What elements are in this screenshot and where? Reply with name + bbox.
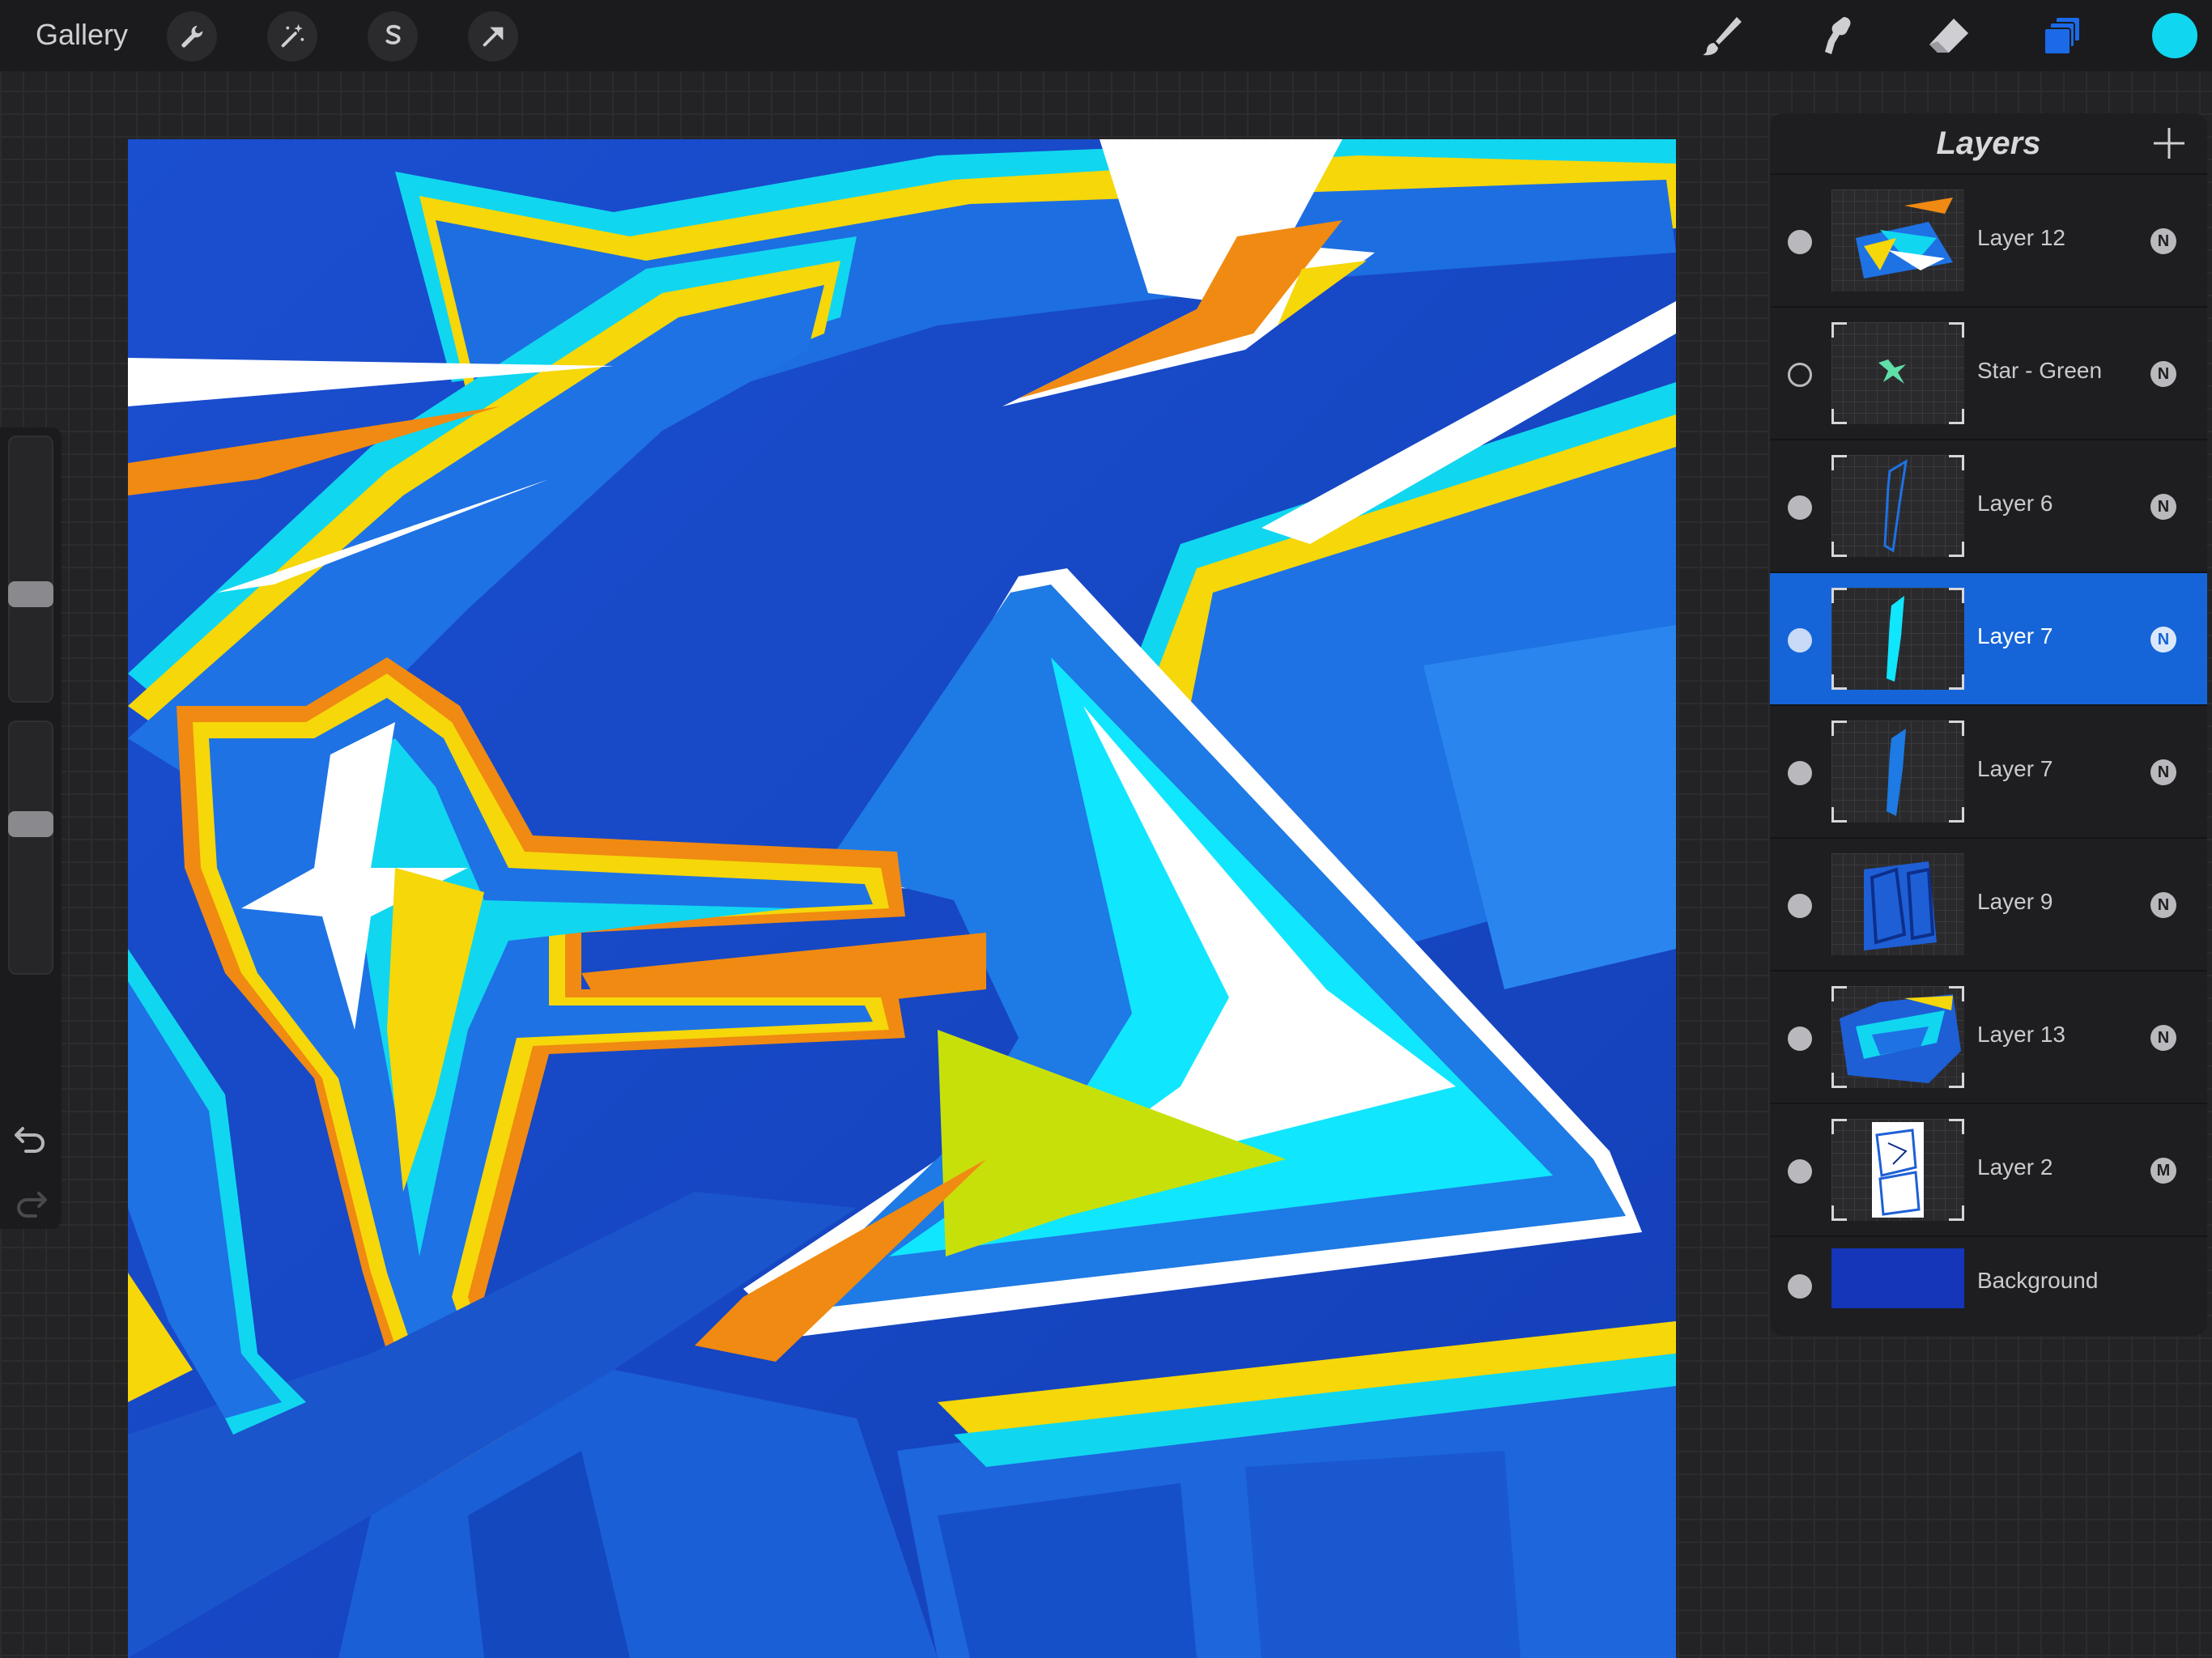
- layer-row[interactable]: Layer 13 N: [1770, 970, 2207, 1103]
- selection-button[interactable]: [368, 11, 418, 62]
- layers-panel: Layers Layer 12 N Star - Green N Layer 6…: [1770, 113, 2207, 1336]
- opacity-knob[interactable]: [8, 811, 53, 837]
- background-color-swatch[interactable]: [1831, 1248, 1964, 1308]
- undo-icon: [15, 1127, 45, 1153]
- layer-name: Layer 13: [1977, 1022, 2065, 1047]
- blend-mode-badge[interactable]: N: [2150, 228, 2176, 254]
- layer-thumbnail: [1831, 189, 1964, 291]
- selection-s-icon: [385, 24, 401, 45]
- layer-row[interactable]: Layer 9 N: [1770, 837, 2207, 970]
- magic-wand-icon: [281, 23, 304, 48]
- brush-tool-button[interactable]: [1694, 8, 1750, 65]
- undo-button[interactable]: [11, 1117, 50, 1156]
- layer-name: Layer 12: [1977, 225, 2065, 250]
- brush-size-slider[interactable]: [8, 436, 53, 703]
- layers-icon: [2044, 16, 2081, 55]
- layer-12-thumbnail-art: [1856, 198, 1953, 278]
- smudge-tool-button[interactable]: [1807, 8, 1864, 65]
- visibility-toggle[interactable]: [1788, 1027, 1812, 1051]
- layer-2-thumbnail-art: [1872, 1122, 1924, 1218]
- top-toolbar: Gallery: [0, 0, 2212, 71]
- layer-row[interactable]: Layer 2 M: [1770, 1103, 2207, 1235]
- layer-row[interactable]: Layer 6 N: [1770, 439, 2207, 572]
- transform-arrow-icon: [483, 27, 504, 47]
- brush-icon: [1703, 17, 1742, 56]
- opacity-slider[interactable]: [8, 721, 53, 975]
- layer-name: Layer 7: [1977, 756, 2053, 781]
- adjustments-button[interactable]: [267, 11, 317, 62]
- layer-name: Layer 6: [1977, 491, 2053, 516]
- layer-thumbnail: [1831, 986, 1964, 1088]
- layer-7b-thumbnail-art: [1887, 729, 1906, 816]
- visibility-toggle[interactable]: [1788, 1274, 1812, 1299]
- eraser-tool-button[interactable]: [1921, 8, 1977, 65]
- layer-thumbnail: [1831, 1119, 1964, 1221]
- layer-thumbnail: [1831, 588, 1964, 690]
- layers-panel-title: Layers: [1936, 125, 2041, 161]
- add-layer-button[interactable]: [2149, 123, 2189, 164]
- background-layer-row[interactable]: Background: [1770, 1235, 2207, 1333]
- layer-thumbnail: [1831, 853, 1964, 955]
- blend-mode-badge[interactable]: N: [2150, 361, 2176, 387]
- layer-thumbnail: [1831, 322, 1964, 424]
- gallery-button[interactable]: Gallery: [36, 18, 128, 52]
- layer-9-thumbnail-art: [1864, 861, 1937, 950]
- layer-row[interactable]: Layer 7 N: [1770, 704, 2207, 837]
- smudge-icon: [1825, 17, 1851, 54]
- side-toolbar: [0, 427, 62, 1229]
- eraser-icon: [1929, 19, 1968, 53]
- redo-button[interactable]: [11, 1182, 50, 1221]
- visibility-toggle[interactable]: [1788, 230, 1812, 254]
- brush-size-knob[interactable]: [8, 581, 53, 607]
- visibility-toggle[interactable]: [1788, 1159, 1812, 1184]
- blend-mode-badge[interactable]: N: [2150, 759, 2176, 785]
- layer-name: Background: [1977, 1268, 2099, 1293]
- layer-name: Layer 7: [1977, 623, 2053, 648]
- blend-mode-badge[interactable]: N: [2150, 1025, 2176, 1051]
- visibility-toggle[interactable]: [1788, 628, 1812, 653]
- layer-name: Layer 9: [1977, 889, 2053, 914]
- visibility-toggle[interactable]: [1788, 363, 1812, 387]
- visibility-toggle[interactable]: [1788, 761, 1812, 785]
- blend-mode-badge[interactable]: N: [2150, 892, 2176, 918]
- blend-mode-badge[interactable]: N: [2150, 494, 2176, 520]
- layer-row[interactable]: Layer 12 N: [1770, 173, 2207, 306]
- blend-mode-badge[interactable]: N: [2150, 627, 2176, 653]
- redo-icon: [17, 1192, 47, 1218]
- layer-row-selected[interactable]: Layer 7 N: [1770, 572, 2207, 704]
- drawing-canvas[interactable]: [128, 139, 1676, 1658]
- layer-13-thumbnail-art: [1840, 994, 1961, 1083]
- layer-name: Layer 2: [1977, 1154, 2053, 1180]
- blend-mode-badge[interactable]: M: [2150, 1158, 2176, 1184]
- star-green-thumbnail-art: [1878, 359, 1906, 384]
- layer-thumbnail: [1831, 721, 1964, 823]
- layer-6-thumbnail-art: [1883, 459, 1908, 553]
- layer-row[interactable]: Star - Green N: [1770, 306, 2207, 439]
- visibility-toggle[interactable]: [1788, 495, 1812, 520]
- layer-thumbnail: [1831, 455, 1964, 557]
- plus-icon: [2154, 128, 2184, 159]
- layer-name: Star - Green: [1977, 358, 2103, 383]
- transform-button[interactable]: [468, 11, 518, 62]
- color-picker-button[interactable]: [2152, 13, 2197, 58]
- actions-button[interactable]: [167, 11, 217, 62]
- layer-7-thumbnail-art: [1887, 596, 1904, 682]
- graffiti-artwork: [128, 139, 1676, 1658]
- visibility-toggle[interactable]: [1788, 894, 1812, 918]
- layers-tool-button[interactable]: [2034, 8, 2091, 65]
- wrench-icon: [181, 25, 203, 48]
